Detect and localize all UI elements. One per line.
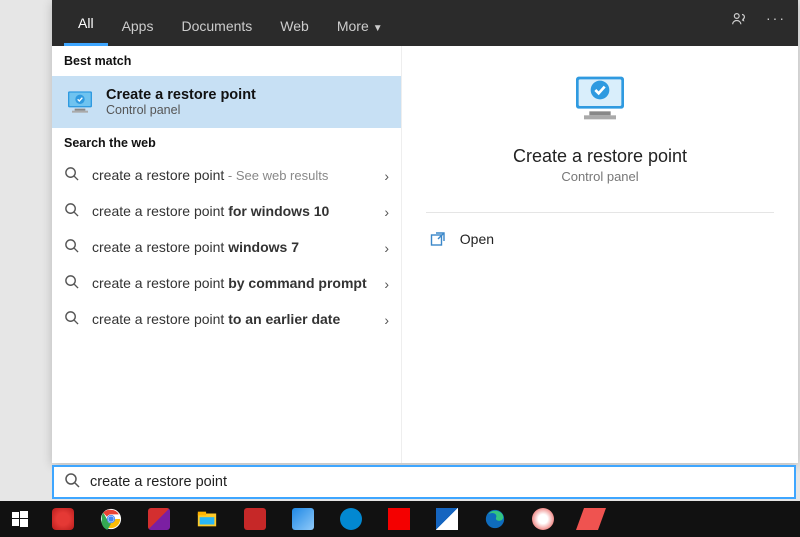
search-icon [64,472,80,493]
detail-pane: Create a restore point Control panel Ope… [402,46,798,463]
taskbar [0,501,800,537]
web-result-text: create a restore point for windows 10 [92,203,368,221]
tab-more[interactable]: More▼ [323,8,397,46]
tab-apps[interactable]: Apps [108,8,168,46]
web-result-text: create a restore point by command prompt [92,275,368,293]
taskbar-app-diagonal[interactable] [424,501,470,537]
filter-tabs: All Apps Documents Web More▼ ··· [52,0,798,46]
taskbar-app-generic1[interactable] [280,501,326,537]
best-match-result[interactable]: Create a restore point Control panel [52,76,401,128]
web-result-2[interactable]: create a restore point windows 7 › [52,230,401,266]
search-icon [64,166,82,186]
more-options-icon[interactable]: ··· [766,10,784,28]
search-web-header: Search the web [52,128,401,158]
best-match-subtitle: Control panel [106,103,256,117]
tab-all[interactable]: All [64,5,108,46]
taskbar-app-anydesk[interactable] [568,501,614,537]
web-result-text: create a restore point to an earlier dat… [92,311,368,329]
taskbar-app-generic3[interactable] [520,501,566,537]
detail-title: Create a restore point [513,146,687,167]
taskbar-app-red[interactable] [376,501,422,537]
chevron-right-icon: › [378,204,389,220]
tab-web[interactable]: Web [266,8,323,46]
detail-subtitle: Control panel [561,169,638,184]
web-result-text: create a restore point - See web results [92,167,368,185]
web-result-4[interactable]: create a restore point to an earlier dat… [52,302,401,338]
open-action[interactable]: Open [426,221,774,257]
taskbar-app-chrome[interactable] [88,501,134,537]
start-button[interactable] [2,501,38,537]
search-icon [64,238,82,258]
search-input[interactable] [90,474,784,490]
results-list: Best match Create a restore point Contro… [52,46,402,463]
web-result-3[interactable]: create a restore point by command prompt… [52,266,401,302]
caret-down-icon: ▼ [373,23,383,34]
chevron-right-icon: › [378,276,389,292]
taskbar-app-usb[interactable] [136,501,182,537]
taskbar-app-explorer[interactable] [184,501,230,537]
search-bar[interactable] [52,465,796,499]
tab-documents[interactable]: Documents [167,8,266,46]
taskbar-app-generic2[interactable] [328,501,374,537]
monitor-check-large-icon [568,66,632,130]
chevron-right-icon: › [378,312,389,328]
open-icon [430,231,446,247]
best-match-header: Best match [52,46,401,76]
taskbar-app-huawei[interactable] [40,501,86,537]
taskbar-app-edge[interactable] [472,501,518,537]
feedback-icon[interactable] [730,10,748,31]
web-result-text: create a restore point windows 7 [92,239,368,257]
search-results-panel: All Apps Documents Web More▼ ··· Best ma… [52,0,798,463]
chevron-right-icon: › [378,240,389,256]
search-icon [64,310,82,330]
search-icon [64,202,82,222]
taskbar-app-pdf[interactable] [232,501,278,537]
web-result-1[interactable]: create a restore point for windows 10 › [52,194,401,230]
best-match-title: Create a restore point [106,87,256,103]
chevron-right-icon: › [378,168,389,184]
web-result-0[interactable]: create a restore point - See web results… [52,158,401,194]
divider [426,212,774,213]
open-label: Open [460,231,494,247]
search-icon [64,274,82,294]
monitor-check-icon [64,86,96,118]
